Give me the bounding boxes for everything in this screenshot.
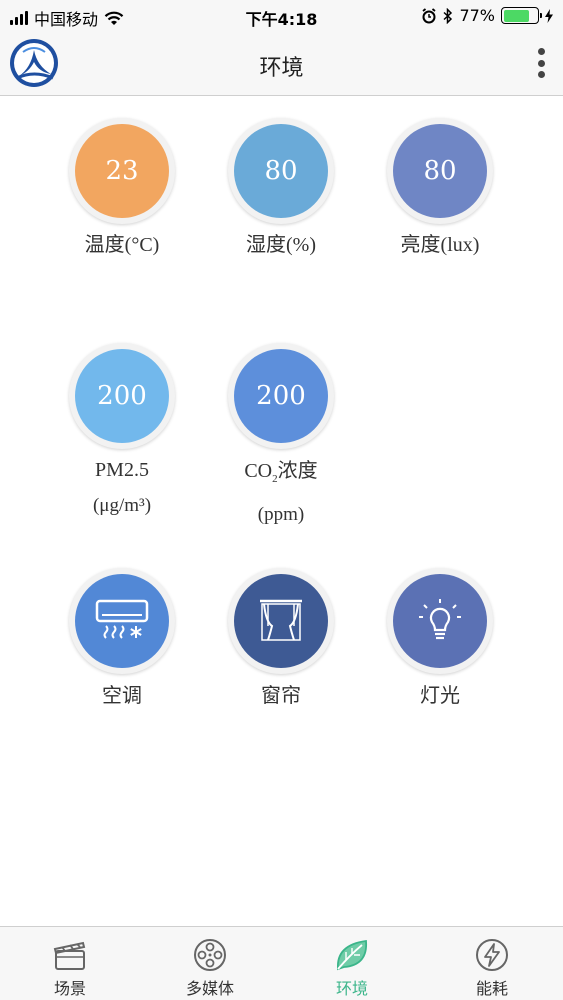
device-label: 灯光 [420, 683, 460, 707]
tab-label: 能耗 [475, 979, 508, 998]
sensor-value-disc: 23 [75, 124, 169, 218]
lightning-icon [476, 939, 508, 971]
alarm-icon [422, 7, 436, 23]
status-right: 77% [421, 6, 553, 25]
device-ring [69, 568, 175, 674]
sensor-label: 亮度(lux) [400, 234, 480, 256]
sensor-unit: (ppm) [257, 504, 305, 525]
device-ring [387, 568, 493, 674]
sensor-value-disc: 80 [393, 124, 487, 218]
more-dot-icon [537, 59, 545, 67]
sensor-unit: (μg/m³) [92, 495, 152, 516]
sensor-label: 温度(°C) [84, 234, 160, 256]
sensor-ring: 80 [387, 118, 493, 224]
sensor-label: CO2浓度 [206, 457, 356, 492]
status-bar: 中国移动 下午4:18 77% [0, 0, 563, 30]
bluetooth-icon [443, 7, 453, 24]
device-light[interactable]: 灯光 [365, 568, 515, 708]
tab-scene[interactable]: 场景 [0, 927, 140, 1000]
battery-percent: 77% [459, 6, 495, 25]
leaf-icon [337, 939, 367, 971]
sensor-label: PM2.5 [95, 459, 149, 481]
light-bulb-icon [419, 599, 461, 640]
device-disc [393, 574, 487, 668]
sensor-ring: 80 [228, 118, 334, 224]
sensor-label: 湿度(%) [246, 234, 316, 256]
device-disc [234, 574, 328, 668]
tab-environment[interactable]: 环境 [282, 927, 422, 1000]
more-dot-icon [537, 71, 545, 78]
sensor-brightness[interactable]: 80 亮度(lux) [365, 118, 515, 258]
co2-label-suffix: 浓度 [277, 458, 318, 482]
sensor-value-disc: 200 [75, 349, 169, 443]
film-reel-icon [194, 939, 226, 971]
device-ring [228, 568, 334, 674]
tab-label: 环境 [335, 979, 368, 998]
air-conditioner-icon [95, 599, 149, 639]
device-label: 空调 [102, 683, 142, 707]
co2-label-prefix: CO [244, 460, 273, 482]
sensor-temperature[interactable]: 23 温度(°C) [47, 118, 197, 258]
tab-label: 场景 [53, 979, 86, 998]
device-disc [75, 574, 169, 668]
more-menu-button[interactable] [533, 46, 549, 80]
sensor-co2[interactable]: 200 CO2浓度 (ppm) [206, 343, 356, 526]
battery-icon [501, 7, 542, 24]
tab-multimedia[interactable]: 多媒体 [140, 927, 280, 1000]
sensor-pm25[interactable]: 200 PM2.5 (μg/m³) [47, 343, 197, 517]
tab-energy[interactable]: 能耗 [422, 927, 562, 1000]
page-title: 环境 [259, 56, 304, 81]
device-air-conditioner[interactable]: 空调 [47, 568, 197, 708]
charging-icon [545, 8, 553, 23]
clapperboard-icon [53, 941, 86, 970]
more-dot-icon [537, 48, 545, 55]
sensor-value-disc: 200 [234, 349, 328, 443]
sensor-ring: 23 [69, 118, 175, 224]
sensor-value-disc: 80 [234, 124, 328, 218]
sensor-ring: 200 [228, 343, 334, 449]
device-label: 窗帘 [261, 683, 301, 707]
sensor-humidity[interactable]: 80 湿度(%) [206, 118, 356, 258]
device-curtain[interactable]: 窗帘 [206, 568, 356, 708]
curtain-icon [260, 599, 302, 641]
navigation-bar: 环境 [0, 30, 563, 96]
tab-label: 多媒体 [185, 979, 234, 998]
sensor-ring: 200 [69, 343, 175, 449]
tab-bar: 场景 多媒体 环境 能耗 [0, 926, 563, 1000]
